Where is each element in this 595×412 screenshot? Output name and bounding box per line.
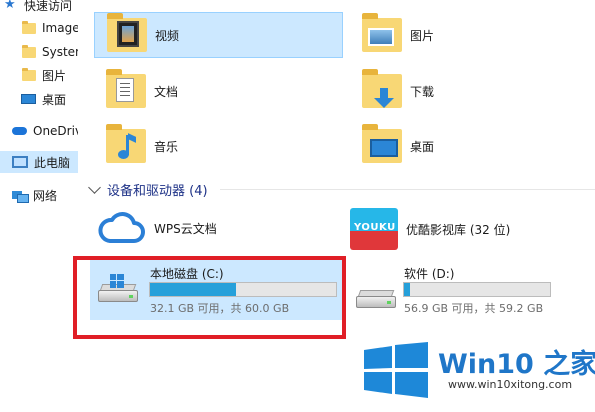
drive-usage-fill	[404, 283, 410, 296]
folder-name: 下载	[410, 84, 435, 99]
sidebar-item-image[interactable]: Image	[0, 17, 78, 39]
sidebar-item-label: 桌面	[42, 92, 67, 107]
win10-watermark: Win10 之家 www.win10xitong.com	[362, 342, 595, 412]
folder-name: 图片	[410, 28, 435, 43]
wps-cloud-icon	[98, 211, 146, 245]
downloads-folder-icon	[362, 69, 402, 108]
drive-name: 软件 (D:)	[404, 267, 455, 281]
drive-usage-bar	[403, 282, 551, 297]
sidebar-item-label: 图片	[42, 68, 67, 83]
onedrive-icon	[12, 127, 27, 135]
folder-tile-music[interactable]: 音乐	[94, 123, 343, 169]
windows-logo-icon	[362, 342, 430, 402]
device-tile-wps-cloud[interactable]: WPS云文档	[94, 206, 343, 250]
highlight-annotation-box	[73, 256, 346, 339]
folder-name: 桌面	[410, 139, 435, 154]
pictures-folder-icon	[362, 13, 402, 52]
star-icon: ★	[4, 0, 16, 12]
group-divider	[220, 189, 595, 190]
watermark-title: Win10 之家	[438, 349, 595, 380]
music-folder-icon	[106, 124, 146, 163]
folder-tile-desktop[interactable]: 桌面	[354, 123, 594, 169]
folder-tile-pictures[interactable]: 图片	[354, 12, 594, 58]
device-tile-youku[interactable]: YOUKU 优酷影视库 (32 位)	[350, 206, 594, 252]
youku-icon: YOUKU	[350, 208, 398, 250]
folder-name: 音乐	[154, 139, 179, 154]
network-icon	[12, 189, 29, 203]
folder-icon	[22, 20, 36, 34]
sidebar-item-desktop[interactable]: 桌面	[0, 88, 78, 110]
folder-tile-documents[interactable]: 文档	[94, 68, 343, 114]
folder-tile-downloads[interactable]: 下载	[354, 68, 594, 114]
sidebar-item-this-pc[interactable]: 此电脑	[0, 151, 78, 173]
device-name: WPS云文档	[154, 221, 217, 236]
videos-folder-icon	[107, 13, 147, 52]
sidebar-item-label: 此电脑	[34, 155, 71, 170]
sidebar-item-label: OneDrive	[33, 124, 78, 138]
desktop-icon	[21, 94, 36, 104]
device-name: 优酷影视库 (32 位)	[406, 222, 511, 237]
sidebar-item-onedrive[interactable]: OneDrive	[0, 120, 78, 142]
documents-folder-icon	[106, 69, 146, 108]
folder-name: 视频	[155, 28, 180, 43]
this-pc-icon	[12, 156, 28, 168]
devices-group-header[interactable]: 设备和驱动器 (4)	[86, 180, 208, 199]
sidebar-item-quick-access[interactable]: ★ 快速访问	[0, 0, 78, 16]
sidebar-item-pictures[interactable]: 图片	[0, 64, 78, 86]
group-title: 设备和驱动器 (4)	[107, 184, 208, 199]
watermark-url: www.win10xitong.com	[448, 378, 573, 391]
drive-icon	[356, 286, 396, 308]
sidebar-item-label: 网络	[33, 188, 58, 203]
youku-logo-text: YOUKU	[354, 222, 396, 233]
sidebar-item-network[interactable]: 网络	[0, 184, 78, 206]
sidebar-item-label: 快速访问	[24, 0, 73, 13]
sidebar-item-label: System	[42, 45, 78, 59]
folder-icon	[22, 44, 36, 58]
sidebar-item-system[interactable]: System	[0, 41, 78, 63]
chevron-down-icon	[88, 181, 101, 194]
desktop-folder-icon	[362, 124, 402, 163]
folder-tile-videos[interactable]: 视频	[94, 12, 343, 58]
drive-free-space: 56.9 GB 可用，共 59.2 GB	[404, 302, 544, 315]
folder-name: 文档	[154, 84, 179, 99]
sidebar-item-label: Image	[42, 21, 78, 35]
navigation-pane: ★ 快速访问 Image System 图片 桌面 OneDrive 此电脑 网…	[0, 0, 78, 412]
folder-icon	[22, 67, 36, 81]
